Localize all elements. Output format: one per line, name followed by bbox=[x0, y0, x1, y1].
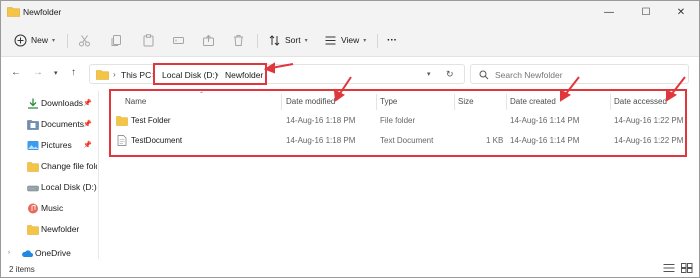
sidebar-item-label: Pictures bbox=[41, 140, 72, 150]
copy-button[interactable] bbox=[109, 31, 123, 49]
sidebar-item-label: Local Disk (D:) bbox=[41, 182, 97, 192]
status-bar: 2 items bbox=[1, 259, 699, 277]
pictures-icon bbox=[27, 140, 39, 150]
view-icon bbox=[323, 33, 337, 47]
folder-icon bbox=[7, 7, 20, 17]
chevron-right-icon[interactable]: › bbox=[8, 250, 10, 256]
chevron-down-icon: ▾ bbox=[304, 37, 308, 44]
trash-icon bbox=[231, 33, 245, 47]
up-button[interactable]: ↑ bbox=[71, 67, 76, 78]
cut-button[interactable] bbox=[77, 31, 91, 49]
address-dropdown-button[interactable]: ▾ bbox=[427, 70, 431, 78]
breadcrumb-highlight-box bbox=[153, 63, 267, 85]
pin-icon: 📌 bbox=[83, 142, 92, 149]
folder-icon bbox=[27, 161, 39, 172]
sidebar-item-pictures[interactable]: Pictures 📌 bbox=[1, 136, 97, 154]
search-box bbox=[470, 64, 689, 84]
delete-button[interactable] bbox=[231, 31, 245, 49]
music-icon bbox=[28, 203, 38, 213]
sidebar-item-label: Documents bbox=[41, 119, 84, 129]
cloud-icon bbox=[22, 249, 33, 257]
folder-icon bbox=[27, 224, 39, 235]
breadcrumb-this-pc[interactable]: This PC bbox=[121, 70, 151, 80]
sidebar-item-label: OneDrive bbox=[35, 248, 71, 258]
sort-icon bbox=[267, 33, 281, 47]
title-bar: Newfolder — ☐ ✕ bbox=[1, 1, 699, 23]
share-icon bbox=[201, 33, 215, 47]
share-button[interactable] bbox=[201, 31, 215, 49]
sidebar-item-newfolder[interactable]: Newfolder bbox=[1, 220, 97, 238]
sidebar-item-label: Newfolder bbox=[41, 224, 80, 234]
download-icon bbox=[28, 98, 38, 109]
tiles-view-icon[interactable] bbox=[681, 263, 693, 273]
rename-button[interactable] bbox=[171, 31, 185, 49]
sidebar-item-label: Change file fold bbox=[41, 161, 97, 171]
drive-icon bbox=[27, 185, 39, 191]
refresh-button[interactable]: ↻ bbox=[446, 69, 454, 80]
sidebar-item-documents[interactable]: Documents 📌 bbox=[1, 115, 97, 133]
file-explorer-window: Newfolder — ☐ ✕ New ▾ Sort ▾ View ▾ ··· … bbox=[0, 0, 700, 278]
pane-divider bbox=[98, 91, 99, 259]
divider bbox=[257, 34, 258, 48]
paste-icon bbox=[141, 33, 155, 47]
divider bbox=[67, 34, 68, 48]
recent-locations-button[interactable]: ▾ bbox=[54, 69, 58, 77]
plus-circle-icon bbox=[13, 33, 27, 47]
new-label: New bbox=[31, 35, 49, 45]
forward-button[interactable]: → bbox=[33, 67, 43, 78]
navigation-pane: Downloads 📌 Documents 📌 Pictures 📌 Chang… bbox=[1, 91, 97, 259]
sidebar-item-downloads[interactable]: Downloads 📌 bbox=[1, 94, 97, 112]
view-label: View bbox=[341, 35, 360, 45]
pin-icon: 📌 bbox=[83, 100, 92, 107]
item-count: 2 items bbox=[9, 265, 35, 274]
pin-icon: 📌 bbox=[83, 121, 92, 128]
command-bar: New ▾ Sort ▾ View ▾ ··· bbox=[1, 23, 699, 57]
chevron-down-icon: ▾ bbox=[363, 37, 367, 44]
search-input[interactable] bbox=[495, 68, 685, 81]
sidebar-item-label: Music bbox=[41, 203, 64, 213]
sort-label: Sort bbox=[285, 35, 301, 45]
folder-icon bbox=[96, 70, 109, 80]
window-title: Newfolder bbox=[23, 7, 62, 17]
paste-button[interactable] bbox=[141, 31, 155, 49]
chevron-down-icon: ▾ bbox=[52, 37, 56, 44]
more-options-button[interactable]: ··· bbox=[387, 31, 397, 49]
search-icon bbox=[479, 70, 489, 80]
address-bar[interactable]: › This PC › Local Disk (D:) › Newfolder … bbox=[89, 64, 465, 84]
maximize-button[interactable]: ☐ bbox=[628, 1, 664, 23]
sidebar-item-music[interactable]: Music bbox=[1, 199, 97, 217]
back-button[interactable]: ← bbox=[11, 67, 21, 78]
rename-icon bbox=[171, 33, 185, 47]
address-row: ← → ▾ ↑ › This PC › Local Disk (D:) › Ne… bbox=[1, 57, 699, 91]
new-button[interactable]: New ▾ bbox=[13, 31, 55, 49]
close-button[interactable]: ✕ bbox=[663, 1, 699, 23]
copy-icon bbox=[109, 33, 123, 47]
file-list-highlight-box bbox=[109, 89, 687, 157]
minimize-button[interactable]: — bbox=[591, 1, 627, 23]
sidebar-item-change-file-folder[interactable]: Change file fold bbox=[1, 157, 97, 175]
sort-button[interactable]: Sort ▾ bbox=[267, 31, 308, 49]
document-folder-icon bbox=[27, 119, 39, 130]
chevron-right-icon: › bbox=[113, 70, 116, 79]
cut-icon bbox=[77, 33, 91, 47]
sidebar-item-local-disk[interactable]: Local Disk (D:) bbox=[1, 178, 97, 196]
sidebar-item-label: Downloads bbox=[41, 98, 84, 108]
details-view-icon[interactable] bbox=[663, 263, 675, 273]
divider bbox=[377, 34, 378, 48]
sidebar-item-onedrive[interactable]: › OneDrive bbox=[1, 244, 97, 259]
view-button[interactable]: View ▾ bbox=[323, 31, 366, 49]
